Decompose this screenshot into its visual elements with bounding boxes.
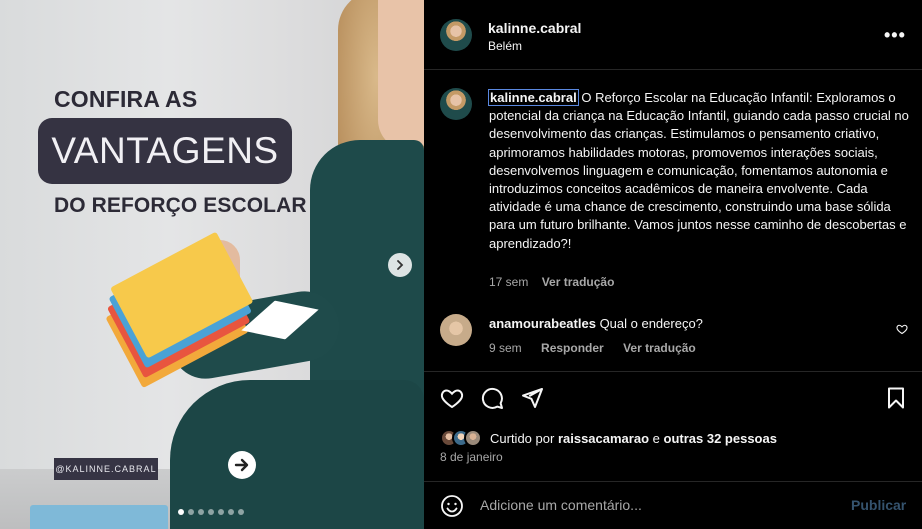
caption-text: O Reforço Escolar na Educação Infantil: … xyxy=(489,90,909,251)
comment-translate-link[interactable]: Ver tradução xyxy=(623,341,696,355)
share-send-icon[interactable] xyxy=(520,386,544,410)
likes-prefix: Curtido por xyxy=(490,430,555,446)
likes-others[interactable]: outras 32 pessoas xyxy=(664,431,777,446)
likes-text: Curtido por raissacamarao e outras 32 pe… xyxy=(490,431,777,446)
carousel-dot xyxy=(198,509,204,515)
carousel-next-button[interactable] xyxy=(388,253,412,277)
add-comment-bar: Adicione um comentário... Publicar xyxy=(424,481,922,529)
comment-reply-link[interactable]: Responder xyxy=(541,341,604,355)
comment-time[interactable]: 9 sem xyxy=(489,341,522,355)
photo-face xyxy=(378,0,424,150)
carousel-dots xyxy=(178,509,244,515)
author-avatar[interactable] xyxy=(440,19,472,51)
likes-connector: e xyxy=(652,430,660,446)
media-handle-tag: @KALINNE.CABRAL xyxy=(54,458,158,480)
likes-summary[interactable]: Curtido por raissacamarao e outras 32 pe… xyxy=(440,429,777,447)
arrow-right-icon xyxy=(228,451,256,479)
comment: anamourabeatles Qual o endereço? xyxy=(489,316,703,331)
liker-avatar xyxy=(464,429,482,447)
comment-text: Qual o endereço? xyxy=(599,316,703,331)
photo-legs xyxy=(170,380,424,529)
carousel-dot xyxy=(178,509,184,515)
emoji-icon[interactable] xyxy=(440,494,464,523)
post-side-panel: kalinne.cabral Belém ••• kalinne.cabral … xyxy=(424,0,922,529)
carousel-dot xyxy=(238,509,244,515)
save-bookmark-icon[interactable] xyxy=(884,386,908,410)
post-header: kalinne.cabral Belém ••• xyxy=(424,0,922,70)
caption-translate-link[interactable]: Ver tradução xyxy=(542,275,615,289)
carousel-dot xyxy=(228,509,234,515)
caption-time[interactable]: 17 sem xyxy=(489,275,528,289)
carousel-dot xyxy=(218,509,224,515)
post-actions: Curtido por raissacamarao e outras 32 pe… xyxy=(424,371,922,481)
media-title-line1: CONFIRA AS xyxy=(54,86,198,112)
commenter-avatar[interactable] xyxy=(440,314,472,346)
caption-username[interactable]: kalinne.cabral xyxy=(488,89,579,106)
publish-button[interactable]: Publicar xyxy=(851,497,906,513)
more-options-icon[interactable]: ••• xyxy=(884,25,906,46)
comment-meta: 9 sem Responder Ver tradução xyxy=(489,341,712,355)
media-title-line3: DO REFORÇO ESCOLAR xyxy=(54,194,307,217)
like-heart-icon[interactable] xyxy=(440,386,464,410)
post-date[interactable]: 8 de janeiro xyxy=(440,450,503,464)
comment-like-icon[interactable] xyxy=(896,322,908,340)
caption-meta: 17 sem Ver tradução xyxy=(489,275,614,289)
media-title-highlight: VANTAGENS xyxy=(51,130,279,171)
author-username[interactable]: kalinne.cabral xyxy=(488,20,581,36)
media-title-highlight-box: VANTAGENS xyxy=(38,118,292,184)
post-media: CONFIRA AS VANTAGENS DO REFORÇO ESCOLAR … xyxy=(0,0,424,529)
chevron-right-icon xyxy=(397,260,404,270)
post-caption: kalinne.cabral O Reforço Escolar na Educ… xyxy=(488,89,909,253)
floor-book xyxy=(30,505,168,529)
add-comment-input[interactable]: Adicione um comentário... xyxy=(480,497,820,513)
liker-username[interactable]: raissacamarao xyxy=(558,431,649,446)
caption-avatar[interactable] xyxy=(440,88,472,120)
carousel-dot xyxy=(208,509,214,515)
commenter-username[interactable]: anamourabeatles xyxy=(489,316,596,331)
comment-bubble-icon[interactable] xyxy=(480,386,504,410)
carousel-dot xyxy=(188,509,194,515)
post-location[interactable]: Belém xyxy=(488,39,522,53)
